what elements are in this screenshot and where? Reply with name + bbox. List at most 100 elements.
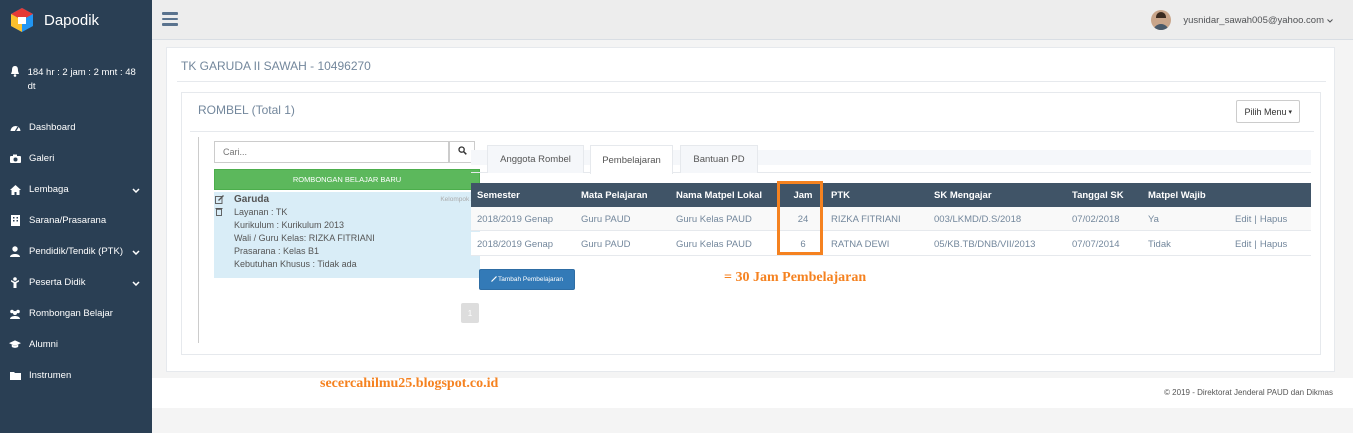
column-header[interactable]: Matpel Wajib [1148, 183, 1206, 207]
table-cell: 003/LKMD/D.S/2018 [934, 213, 1022, 225]
sidebar-item-label: Galeri [29, 153, 55, 164]
dashboard-icon [9, 122, 21, 134]
sidebar-item-ptk[interactable]: Pendidik/Tendik (PTK) [0, 236, 152, 267]
folder-icon [9, 370, 21, 382]
sidebar-item-label: Instrumen [29, 370, 72, 381]
column-header[interactable]: PTK [831, 183, 850, 207]
action-separator: | [1254, 213, 1257, 225]
sidebar-item-sarana-prasarana[interactable]: Sarana/Prasarana [0, 205, 152, 236]
rombel-detail-line: Kebutuhan Khusus : Tidak ada [234, 259, 357, 269]
camera-icon [9, 153, 21, 165]
rombel-name: Garuda [234, 194, 270, 205]
sidebar-item-alumni[interactable]: Alumni [0, 329, 152, 360]
table-cell: 2018/2019 Genap [477, 238, 554, 250]
avatar [1151, 10, 1172, 30]
rombel-detail-line: Prasarana : Kelas B1 [234, 246, 320, 256]
rombel-detail-column: Anggota Rombel Pembelajaran Bantuan PD S… [471, 137, 1311, 347]
column-header[interactable]: Mata Pelajaran [581, 183, 648, 207]
sidebar-item-peserta-didik[interactable]: Peserta Didik [0, 267, 152, 298]
building-icon [9, 215, 21, 227]
sidebar-item-label: Pendidik/Tendik (PTK) [29, 246, 123, 257]
main-panel: TK GARUDA II SAWAH - 10496270 ROMBEL (To… [166, 47, 1335, 372]
watermark: secercahilmu25.blogspot.co.id [320, 376, 499, 391]
add-pembelajaran-label: Tambah Pembelajaran [497, 276, 564, 283]
sidebar-item-label: Alumni [29, 339, 59, 350]
edit-link[interactable]: Edit [1235, 239, 1251, 250]
user-menu[interactable]: yusnidar_sawah005@yahoo.com [1151, 10, 1333, 30]
sidebar-item-label: Dashboard [29, 122, 76, 133]
sidebar-item-dashboard[interactable]: Dashboard [0, 112, 152, 143]
graduation-cap-icon [9, 339, 21, 351]
sidebar-item-rombongan-belajar[interactable]: Rombongan Belajar [0, 298, 152, 329]
countdown-timer: 184 hr : 2 jam : 2 mnt : 48 dt [0, 40, 152, 112]
user-email: yusnidar_sawah005@yahoo.com [1183, 14, 1324, 26]
pencil-icon [491, 275, 497, 284]
table-cell: RIZKA FITRIANI [831, 213, 901, 225]
app-name: Dapodik [44, 11, 100, 29]
sidebar-item-lembaga[interactable]: Lembaga [0, 174, 152, 205]
search-icon [457, 146, 467, 158]
table-cell: Guru PAUD [581, 213, 631, 225]
divider [177, 81, 1326, 82]
tab-anggota-rombel[interactable]: Anggota Rombel [487, 145, 584, 173]
search-input[interactable] [214, 141, 449, 163]
bell-icon [10, 66, 22, 94]
delete-link[interactable]: Hapus [1260, 239, 1287, 250]
row-actions: Edit | Hapus [1235, 207, 1287, 231]
chevron-down-icon [1327, 15, 1333, 26]
dapodik-logo-icon [8, 6, 36, 34]
rombel-detail-line: Wali / Guru Kelas: RIZKA FITRIANI [234, 233, 375, 243]
chevron-down-icon [132, 247, 140, 257]
rombel-detail-line: Kurikulum : Kurikulum 2013 [234, 220, 345, 230]
rombel-list-column: ROMBONGAN BELAJAR BARU Garuda Kelompok A… [198, 137, 480, 347]
column-header[interactable]: SK Mengajar [934, 183, 992, 207]
rombel-actions [215, 195, 225, 219]
home-icon [9, 184, 21, 196]
table-cell: Guru Kelas PAUD [676, 238, 752, 250]
column-header[interactable]: Semester [477, 183, 520, 207]
row-actions: Edit | Hapus [1235, 232, 1287, 256]
timer-text: 184 hr : 2 jam : 2 mnt : 48 dt [27, 67, 136, 92]
caret-down-icon: ▾ [1288, 108, 1292, 116]
sidebar-item-galeri[interactable]: Galeri [0, 143, 152, 174]
table-cell: 2018/2019 Genap [477, 213, 554, 225]
rombel-card[interactable]: Garuda Kelompok A Layanan : TK Kurikulum… [214, 192, 480, 278]
pilih-menu-button[interactable]: Pilih Menu ▾ [1236, 100, 1300, 123]
topbar: yusnidar_sawah005@yahoo.com [152, 0, 1353, 40]
sidebar-item-instrumen[interactable]: Instrumen [0, 360, 152, 391]
trash-icon[interactable] [215, 207, 225, 219]
add-pembelajaran-button[interactable]: Tambah Pembelajaran [479, 269, 575, 290]
new-rombel-button[interactable]: ROMBONGAN BELAJAR BARU [214, 169, 480, 190]
tab-pembelajaran[interactable]: Pembelajaran [590, 145, 673, 174]
edit-icon[interactable] [215, 195, 225, 207]
pilih-menu-label: Pilih Menu [1244, 106, 1287, 117]
table-cell: 07/02/2018 [1072, 213, 1120, 225]
table-cell: Tidak [1148, 238, 1171, 250]
table-row: 2018/2019 Genap Guru PAUD Guru Kelas PAU… [471, 207, 1311, 231]
child-icon [9, 277, 21, 289]
edit-link[interactable]: Edit [1235, 214, 1251, 225]
sidebar-item-label: Rombongan Belajar [29, 308, 113, 319]
delete-link[interactable]: Hapus [1260, 214, 1287, 225]
action-separator: | [1254, 238, 1257, 250]
table-row: 2018/2019 Genap Guru PAUD Guru Kelas PAU… [471, 232, 1311, 256]
tab-bar: Anggota Rombel Pembelajaran Bantuan PD [471, 145, 1311, 174]
table-cell: 05/KB.TB/DNB/VII/2013 [934, 238, 1036, 250]
annotation-total-jam: = 30 Jam Pembelajaran [724, 270, 867, 285]
column-header[interactable]: Nama Matpel Lokal [676, 183, 762, 207]
column-header[interactable]: Tanggal SK [1072, 183, 1124, 207]
page-title: TK GARUDA II SAWAH - 10496270 [181, 59, 371, 73]
sidebar-item-label: Lembaga [29, 184, 69, 195]
rombel-detail-line: Layanan : TK [234, 207, 288, 217]
table-cell: RATNA DEWI [831, 238, 890, 250]
menu-toggle-icon[interactable] [162, 12, 178, 26]
users-icon [9, 308, 21, 320]
rombel-details: Layanan : TK Kurikulum : Kurikulum 2013 … [234, 206, 375, 271]
rombel-title: ROMBEL (Total 1) [198, 103, 295, 117]
user-icon [9, 246, 21, 258]
table-cell: 07/07/2014 [1072, 238, 1120, 250]
tab-bantuan-pd[interactable]: Bantuan PD [680, 145, 758, 173]
table-header: Semester Mata Pelajaran Nama Matpel Loka… [471, 183, 1311, 207]
brand[interactable]: Dapodik [0, 0, 152, 40]
chevron-down-icon [132, 278, 140, 288]
